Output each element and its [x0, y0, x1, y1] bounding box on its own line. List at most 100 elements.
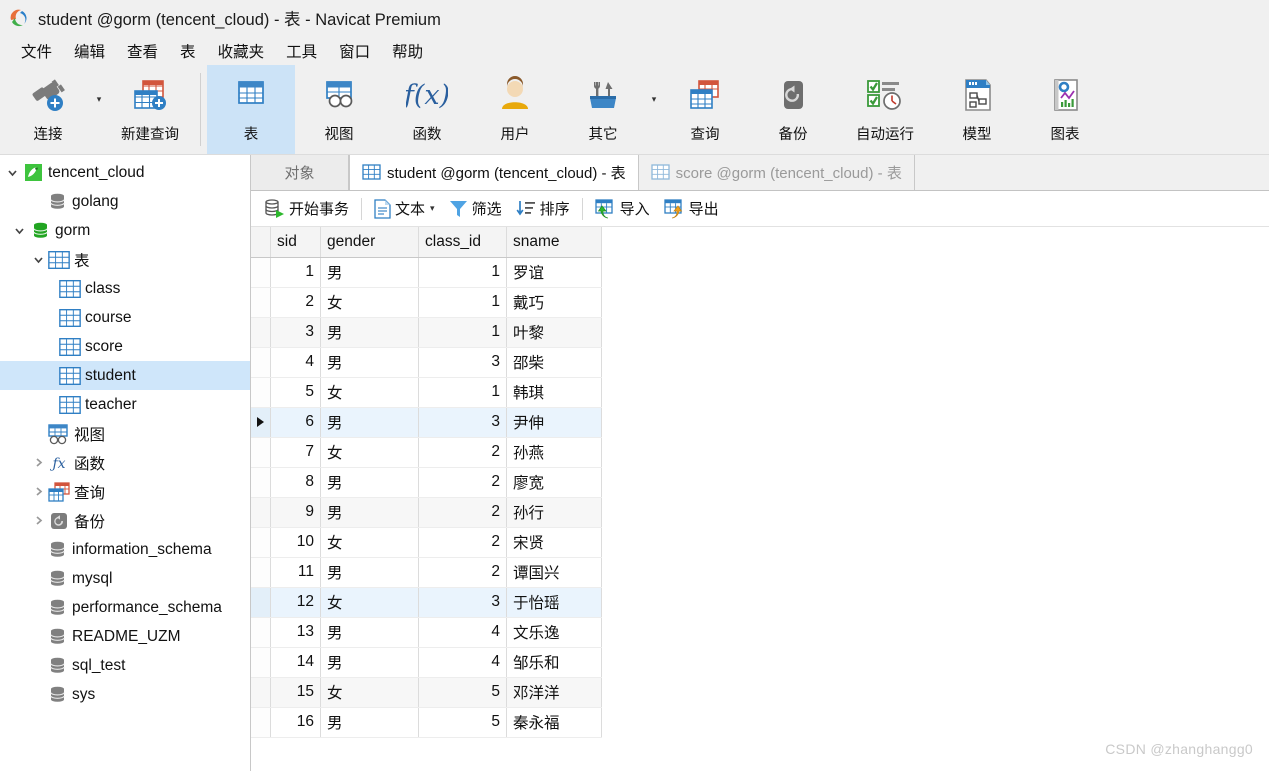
cell-class-id[interactable]: 2 [418, 467, 507, 498]
toolbar-button-user[interactable]: 用户 [471, 65, 559, 154]
sidebar-item-information-schema[interactable]: information_schema [0, 535, 250, 564]
cell-sname[interactable]: 文乐逸 [506, 617, 602, 648]
cell-gender[interactable]: 女 [320, 377, 419, 408]
cell-sid[interactable]: 2 [270, 287, 321, 318]
chevron-down-icon[interactable] [30, 254, 47, 265]
table-row[interactable]: 3 男 1 叶黎 [251, 317, 602, 348]
cell-sid[interactable]: 4 [270, 347, 321, 378]
cell-sname[interactable]: 罗谊 [506, 257, 602, 288]
column-header-class-id[interactable]: class_id [418, 227, 507, 258]
sidebar-item-mysql[interactable]: mysql [0, 564, 250, 593]
cell-sname[interactable]: 于怡瑶 [506, 587, 602, 618]
table-row[interactable]: 2 女 1 戴巧 [251, 287, 602, 318]
toolbar-button-function[interactable]: ƒ(x) 函数 [383, 65, 471, 154]
cell-class-id[interactable]: 3 [418, 347, 507, 378]
cell-gender[interactable]: 男 [320, 617, 419, 648]
cell-sname[interactable]: 韩琪 [506, 377, 602, 408]
menu-window[interactable]: 窗口 [328, 38, 381, 64]
sidebar-item-readme-uzm[interactable]: README_UZM [0, 622, 250, 651]
cell-sname[interactable]: 尹伸 [506, 407, 602, 438]
table-row[interactable]: 9 男 2 孙行 [251, 497, 602, 528]
filter-button[interactable]: 筛选 [442, 195, 509, 222]
cell-sname[interactable]: 邹乐和 [506, 647, 602, 678]
chevron-down-icon[interactable] [4, 167, 21, 178]
cell-gender[interactable]: 女 [320, 437, 419, 468]
cell-sname[interactable]: 孙行 [506, 497, 602, 528]
cell-gender[interactable]: 男 [320, 257, 419, 288]
tree-item-tables-folder[interactable]: 表 [0, 245, 250, 274]
cell-class-id[interactable]: 3 [418, 587, 507, 618]
cell-class-id[interactable]: 1 [418, 257, 507, 288]
cell-class-id[interactable]: 2 [418, 437, 507, 468]
connection-dropdown-caret-icon[interactable]: ▾ [92, 65, 106, 154]
cell-sid[interactable]: 14 [270, 647, 321, 678]
tree-item-queries-folder[interactable]: 查询 [0, 477, 250, 506]
cell-gender[interactable]: 男 [320, 497, 419, 528]
table-row[interactable]: 14 男 4 邹乐和 [251, 647, 602, 678]
table-row[interactable]: 15 女 5 邓洋洋 [251, 677, 602, 708]
cell-sid[interactable]: 3 [270, 317, 321, 348]
cell-gender[interactable]: 男 [320, 407, 419, 438]
toolbar-button-table[interactable]: 表 [207, 65, 295, 154]
cell-sname[interactable]: 秦永福 [506, 707, 602, 738]
cell-sid[interactable]: 1 [270, 257, 321, 288]
cell-class-id[interactable]: 2 [418, 527, 507, 558]
cell-sid[interactable]: 10 [270, 527, 321, 558]
table-row[interactable]: 4 男 3 邵柴 [251, 347, 602, 378]
cell-class-id[interactable]: 5 [418, 707, 507, 738]
sort-button[interactable]: 排序 [509, 195, 577, 222]
toolbar-button-model[interactable]: 模型 [933, 65, 1021, 154]
cell-sid[interactable]: 16 [270, 707, 321, 738]
cell-sid[interactable]: 12 [270, 587, 321, 618]
text-dropdown-caret-icon[interactable]: ▾ [430, 203, 435, 214]
cell-sid[interactable]: 6 [270, 407, 321, 438]
cell-gender[interactable]: 女 [320, 587, 419, 618]
data-grid[interactable]: sid gender class_id sname 1 男 1 罗谊 2 女 1… [251, 227, 602, 738]
cell-sid[interactable]: 5 [270, 377, 321, 408]
tree-item-views-folder[interactable]: 视图 [0, 419, 250, 448]
table-row[interactable]: 10 女 2 宋贤 [251, 527, 602, 558]
tree-item-backups-folder[interactable]: 备份 [0, 506, 250, 535]
cell-gender[interactable]: 女 [320, 287, 419, 318]
menu-favorites[interactable]: 收藏夹 [207, 38, 276, 64]
cell-class-id[interactable]: 4 [418, 617, 507, 648]
table-row[interactable]: 13 男 4 文乐逸 [251, 617, 602, 648]
cell-gender[interactable]: 男 [320, 347, 419, 378]
column-header-sname[interactable]: sname [506, 227, 602, 258]
cell-gender[interactable]: 男 [320, 467, 419, 498]
tab-objects[interactable]: 对象 [251, 155, 349, 190]
cell-gender[interactable]: 男 [320, 647, 419, 678]
cell-gender[interactable]: 男 [320, 557, 419, 588]
cell-gender[interactable]: 男 [320, 707, 419, 738]
table-row[interactable]: 11 男 2 谭国兴 [251, 557, 602, 588]
chevron-down-icon[interactable] [11, 225, 28, 236]
cell-class-id[interactable]: 5 [418, 677, 507, 708]
table-row[interactable]: 16 男 5 秦永福 [251, 707, 602, 738]
cell-sname[interactable]: 邵柴 [506, 347, 602, 378]
sidebar-item-performance-schema[interactable]: performance_schema [0, 593, 250, 622]
cell-sname[interactable]: 叶黎 [506, 317, 602, 348]
table-row[interactable]: 7 女 2 孙燕 [251, 437, 602, 468]
navigation-sidebar[interactable]: tencent_cloud golang gorm 表 class course… [0, 155, 251, 771]
other-dropdown-caret-icon[interactable]: ▾ [647, 65, 661, 154]
cell-sid[interactable]: 7 [270, 437, 321, 468]
cell-sid[interactable]: 9 [270, 497, 321, 528]
begin-transaction-button[interactable]: 开始事务 [257, 195, 356, 222]
cell-gender[interactable]: 女 [320, 677, 419, 708]
sidebar-item-class[interactable]: class [0, 274, 250, 303]
text-button[interactable]: 文本 ▾ [367, 195, 442, 222]
cell-sid[interactable]: 15 [270, 677, 321, 708]
menu-help[interactable]: 帮助 [381, 38, 434, 64]
toolbar-button-connection[interactable]: 连接 [4, 65, 92, 154]
cell-sname[interactable]: 谭国兴 [506, 557, 602, 588]
menu-table[interactable]: 表 [169, 38, 207, 64]
sidebar-item-course[interactable]: course [0, 303, 250, 332]
import-button[interactable]: 导入 [588, 195, 657, 222]
cell-class-id[interactable]: 4 [418, 647, 507, 678]
cell-sname[interactable]: 孙燕 [506, 437, 602, 468]
table-row[interactable]: 8 男 2 廖宽 [251, 467, 602, 498]
cell-class-id[interactable]: 2 [418, 557, 507, 588]
menu-tools[interactable]: 工具 [275, 38, 328, 64]
table-row-selected[interactable]: 6 男 3 尹伸 [251, 407, 602, 438]
cell-sname[interactable]: 宋贤 [506, 527, 602, 558]
